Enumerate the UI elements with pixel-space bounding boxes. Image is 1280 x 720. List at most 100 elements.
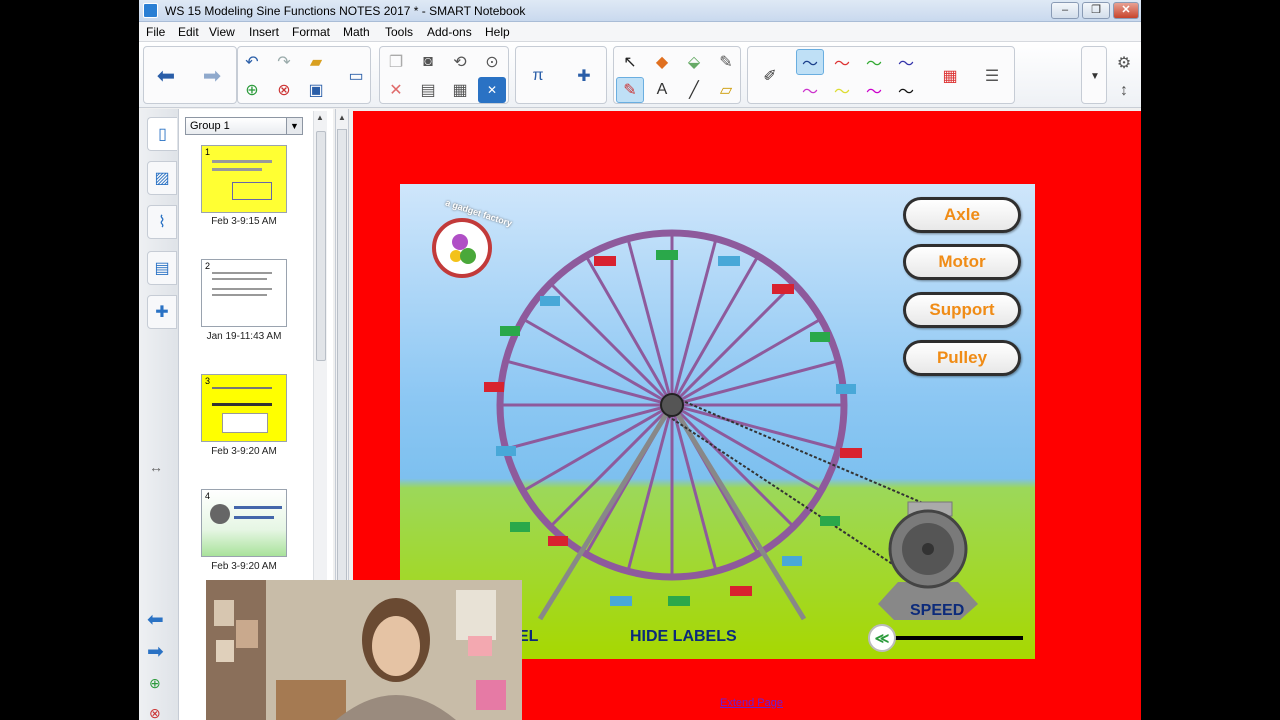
edit-group: ❐ ◙ ⟲ ⊙ ✕ ▤ ▦ ✕: [379, 46, 509, 104]
delete-page-icon[interactable]: ⊗: [270, 77, 298, 103]
minimize-button[interactable]: –: [1051, 2, 1079, 19]
gear-logo-icon: [432, 218, 492, 278]
sidebar-prev-icon[interactable]: ⬅: [147, 607, 164, 632]
title-bar: WS 15 Modeling Sine Functions NOTES 2017…: [139, 0, 1141, 22]
speed-slider-track[interactable]: [885, 636, 1023, 640]
maximize-button[interactable]: ❐: [1082, 2, 1110, 19]
eraser-icon[interactable]: ▱: [712, 77, 740, 103]
toolbar-more-group: ▼: [1081, 46, 1107, 104]
pen-style-navy-icon[interactable]: 〜: [892, 49, 920, 75]
page-thumbnail-3[interactable]: 3: [201, 374, 287, 442]
menu-edit[interactable]: Edit: [178, 25, 199, 39]
webcam-video-image: [206, 580, 522, 720]
close-button[interactable]: ✕: [1113, 2, 1139, 19]
pen-style-black-icon[interactable]: 〜: [892, 77, 920, 103]
table-icon[interactable]: ▦: [446, 77, 474, 103]
webcam-overlay: [206, 580, 522, 720]
gadget-factory-logo: a gadget factory: [426, 198, 513, 278]
pen-style-blue-icon[interactable]: 〜: [796, 49, 824, 75]
line-style-icon[interactable]: ☰: [978, 63, 1006, 89]
chevron-down-icon: ▼: [286, 118, 302, 134]
chevron-down-icon[interactable]: ▼: [1081, 63, 1109, 89]
menu-help[interactable]: Help: [485, 25, 510, 39]
menu-insert[interactable]: Insert: [249, 25, 279, 39]
sidebar-delete-page-icon[interactable]: ⊗: [149, 705, 161, 720]
page-number: 4: [205, 491, 211, 501]
extend-page-link[interactable]: Extend Page: [720, 697, 783, 709]
toolbar-position-icon[interactable]: ↕: [1110, 78, 1138, 104]
pen-style-yellow-icon[interactable]: 〜: [828, 77, 856, 103]
close-tool-icon[interactable]: ✕: [478, 77, 506, 103]
scrollbar-thumb[interactable]: [316, 131, 326, 361]
page-thumbnail-label: Feb 3-9:20 AM: [211, 446, 277, 457]
page-number: 2: [205, 261, 211, 271]
page-number: 1: [205, 147, 211, 157]
math-group: π ✚: [515, 46, 607, 104]
group-select[interactable]: Group 1 ▼: [185, 117, 303, 135]
sidebar-add-page-icon[interactable]: ⊕: [149, 675, 161, 692]
page-thumbnail-label: Feb 3-9:20 AM: [211, 561, 277, 572]
toolbar: ⬅ ➡ ↶ ↷ ▰ ⊕ ⊗ ▣ ▭ ❐ ◙ ⟲ ⊙ ✕ ▤ ▦ ✕ π ✚ ↖: [139, 42, 1141, 108]
attachments-icon[interactable]: ⌇: [147, 205, 177, 239]
select-icon[interactable]: ↖: [616, 49, 644, 75]
delete-icon[interactable]: ✕: [382, 77, 410, 103]
menu-addons[interactable]: Add-ons: [427, 25, 472, 39]
page-thumbnail-1[interactable]: 1: [201, 145, 287, 213]
gallery-icon[interactable]: ▨: [147, 161, 177, 195]
zoom-icon[interactable]: ⊙: [478, 49, 506, 75]
support-button[interactable]: Support: [903, 292, 1021, 328]
open-file-icon[interactable]: ▰: [302, 49, 330, 75]
save-icon[interactable]: ▣: [302, 77, 330, 103]
properties-icon[interactable]: ▤: [147, 251, 177, 285]
magic-pen-icon[interactable]: ✎: [712, 49, 740, 75]
previous-page-icon[interactable]: ⬅: [152, 63, 180, 89]
resize-sidebar-icon[interactable]: ↔: [149, 459, 163, 475]
sidebar-tabs: ▯ ▨ ⌇ ▤ ✚ ↔ ⬅ ➡ ⊕ ⊗: [139, 109, 179, 720]
add-page-icon[interactable]: ⊕: [238, 77, 266, 103]
page-number: 3: [205, 376, 211, 386]
next-page-icon[interactable]: ➡: [198, 63, 226, 89]
speed-slider-knob[interactable]: ≪: [868, 624, 896, 652]
pen-style-purple-icon[interactable]: 〜: [860, 77, 888, 103]
motor-button[interactable]: Motor: [903, 244, 1021, 280]
color-palette-icon[interactable]: ▦: [936, 63, 964, 89]
menu-math[interactable]: Math: [343, 25, 370, 39]
addons-icon[interactable]: ✚: [570, 63, 598, 89]
fill-icon[interactable]: ⬙: [680, 49, 708, 75]
page-thumbnail-label: Feb 3-9:15 AM: [211, 216, 277, 227]
menu-file[interactable]: File: [146, 25, 165, 39]
pen-style-magenta-icon[interactable]: 〜: [796, 77, 824, 103]
undo-icon[interactable]: ↶: [238, 49, 266, 75]
paste-icon[interactable]: ❐: [382, 49, 410, 75]
hide-labels-button[interactable]: HIDE LABELS: [630, 628, 737, 646]
addons-tab-icon[interactable]: ✚: [147, 295, 177, 329]
scroll-up-icon[interactable]: ▲: [316, 113, 324, 122]
menu-view[interactable]: View: [209, 25, 235, 39]
pulley-button[interactable]: Pulley: [903, 340, 1021, 376]
gear-icon[interactable]: ⚙: [1110, 50, 1138, 76]
speed-label: SPEED: [910, 602, 965, 619]
pen-type-icon[interactable]: ✐: [756, 63, 784, 89]
pen-style-green-icon[interactable]: 〜: [860, 49, 888, 75]
page-sorter-icon[interactable]: ▯: [147, 117, 177, 151]
page-thumbnail-label: Jan 19-11:43 AM: [206, 331, 282, 342]
scroll-up-icon[interactable]: ▲: [338, 113, 346, 122]
pen-icon[interactable]: ✎: [616, 77, 644, 103]
line-icon[interactable]: ╱: [680, 77, 708, 103]
shapes-icon[interactable]: ◆: [648, 49, 676, 75]
screen-shade-icon[interactable]: ▤: [414, 77, 442, 103]
math-tools-icon[interactable]: π: [524, 63, 552, 89]
screen-capture-icon[interactable]: ◙: [414, 49, 442, 75]
redo-icon[interactable]: ↷: [270, 49, 298, 75]
text-icon[interactable]: A: [648, 77, 676, 103]
axle-button[interactable]: Axle: [903, 197, 1021, 233]
sidebar-next-icon[interactable]: ➡: [147, 639, 164, 664]
pen-style-red-icon[interactable]: 〜: [828, 49, 856, 75]
display-icon[interactable]: ▭: [342, 63, 370, 89]
reset-page-icon[interactable]: ⟲: [446, 49, 474, 75]
page-actions-group: ↶ ↷ ▰ ⊕ ⊗ ▣ ▭: [237, 46, 371, 104]
menu-tools[interactable]: Tools: [385, 25, 413, 39]
page-thumbnail-2[interactable]: 2: [201, 259, 287, 327]
menu-format[interactable]: Format: [292, 25, 330, 39]
page-thumbnail-4[interactable]: 4: [201, 489, 287, 557]
